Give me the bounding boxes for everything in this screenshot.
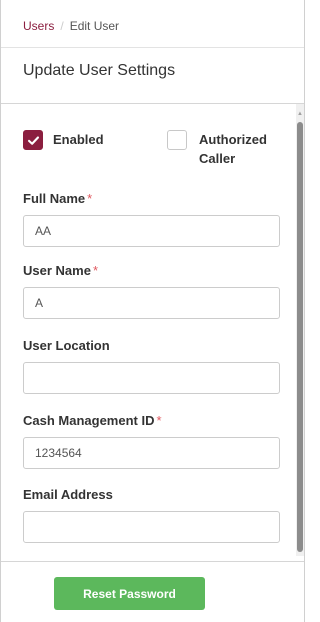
- reset-password-button[interactable]: Reset Password: [54, 577, 205, 610]
- page-title: Update User Settings: [23, 62, 176, 79]
- breadcrumb-separator: /: [60, 19, 64, 33]
- required-marker: *: [87, 191, 93, 206]
- footer-divider: [1, 561, 304, 562]
- full-name-field[interactable]: [23, 215, 280, 247]
- breadcrumb: Users / Edit User: [23, 19, 119, 33]
- cash-management-id-label: Cash Management ID *: [23, 413, 162, 428]
- enabled-checkbox[interactable]: [23, 130, 43, 150]
- full-name-label: Full Name *: [23, 191, 93, 206]
- authorized-caller-checkbox[interactable]: [167, 130, 187, 150]
- breadcrumb-divider: [1, 47, 304, 48]
- breadcrumb-users-link[interactable]: Users: [23, 19, 54, 33]
- form-scrollbar[interactable]: ▲: [296, 104, 304, 556]
- user-name-label: User Name *: [23, 263, 98, 278]
- user-location-label: User Location: [23, 338, 110, 353]
- scroll-up-arrow-icon[interactable]: ▲: [296, 110, 304, 118]
- settings-form: Enabled Authorized Caller Full Name* Use…: [1, 104, 304, 556]
- user-location-field[interactable]: [23, 362, 280, 394]
- required-marker: *: [156, 413, 162, 428]
- email-address-field[interactable]: [23, 511, 280, 543]
- required-marker: *: [92, 263, 98, 278]
- authorized-caller-label: Authorized Caller: [199, 132, 267, 166]
- cash-management-id-field[interactable]: [23, 437, 280, 469]
- edit-user-panel: Users / Edit User Update User Settings Ena…: [0, 0, 305, 622]
- enabled-option[interactable]: Enabled: [23, 130, 104, 150]
- breadcrumb-current: Edit User: [69, 19, 120, 33]
- scrollbar-thumb[interactable]: [297, 122, 303, 552]
- checkmark-icon: [27, 135, 39, 145]
- enabled-label: Enabled: [53, 132, 104, 147]
- authorized-caller-option[interactable]: Authorized Caller: [167, 130, 269, 168]
- user-name-field[interactable]: [23, 287, 280, 319]
- email-address-label: Email Address: [23, 487, 113, 502]
